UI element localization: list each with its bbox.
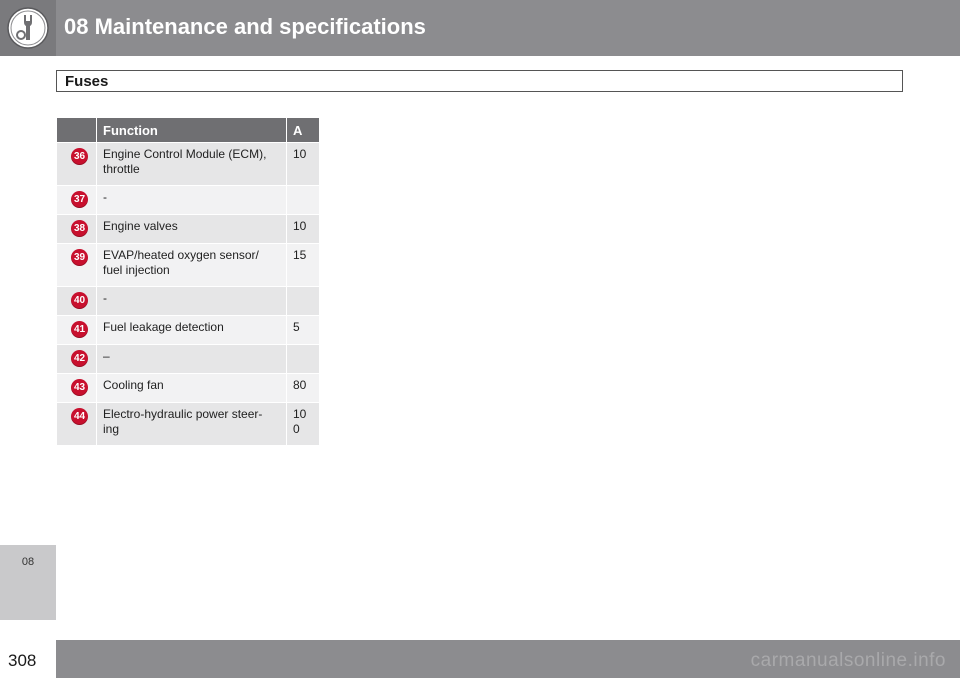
chapter-title: 08 Maintenance and specifications — [64, 14, 426, 39]
chapter-header: 08 Maintenance and specifications — [0, 0, 960, 56]
table-row: 39 EVAP/heated oxygen sensor/ fuel injec… — [56, 243, 320, 287]
fuse-number-cell: 44 — [56, 402, 97, 446]
fuse-amps — [286, 344, 320, 374]
fuse-function: Engine valves — [96, 214, 287, 244]
fuse-number-badge: 38 — [71, 220, 88, 237]
table-row: 40 - — [56, 286, 320, 316]
fuse-number-badge: 40 — [71, 292, 88, 309]
table-row: 37 - — [56, 185, 320, 215]
fuse-amps: 10 — [286, 214, 320, 244]
wrench-gear-icon — [7, 7, 49, 49]
fuse-table: Function A 36 Engine Control Module (ECM… — [56, 117, 320, 446]
section-header: Fuses — [56, 70, 903, 92]
fuse-number-badge: 44 — [71, 408, 88, 425]
fuse-amps: 15 — [286, 243, 320, 287]
table-row: 42 – — [56, 344, 320, 374]
side-tab — [0, 56, 56, 620]
chapter-tab-label: 08 — [21, 556, 35, 568]
section-title: Fuses — [65, 73, 109, 90]
fuse-function: Cooling fan — [96, 373, 287, 403]
fuse-number-badge: 43 — [71, 379, 88, 396]
fuse-function: Fuel leakage detection — [96, 315, 287, 345]
fuse-amps: 10 0 — [286, 402, 320, 446]
fuse-number-badge: 42 — [71, 350, 88, 367]
fuse-number-cell: 39 — [56, 243, 97, 287]
fuse-number-badge: 37 — [71, 191, 88, 208]
page-number: 308 — [8, 651, 37, 670]
watermark: carmanualsonline.info — [750, 650, 946, 671]
fuse-amps: 80 — [286, 373, 320, 403]
table-row: 41 Fuel leakage detection 5 — [56, 315, 320, 345]
table-header-row: Function A — [56, 117, 320, 143]
column-header-number — [56, 117, 97, 143]
fuse-amps: 10 — [286, 142, 320, 186]
fuse-amps: 5 — [286, 315, 320, 345]
fuse-number-badge: 41 — [71, 321, 88, 338]
table-row: 44 Electro-hydraulic power steer- ing 10… — [56, 402, 320, 446]
column-header-amps: A — [286, 117, 320, 143]
fuse-number-cell: 37 — [56, 185, 97, 215]
table-row: 43 Cooling fan 80 — [56, 373, 320, 403]
fuse-amps — [286, 185, 320, 215]
fuse-number-cell: 43 — [56, 373, 97, 403]
fuse-function: Electro-hydraulic power steer- ing — [96, 402, 287, 446]
table-row: 38 Engine valves 10 — [56, 214, 320, 244]
fuse-number-cell: 42 — [56, 344, 97, 374]
fuse-function: EVAP/heated oxygen sensor/ fuel injectio… — [96, 243, 287, 287]
fuse-number-badge: 36 — [71, 148, 88, 165]
fuse-number-cell: 36 — [56, 142, 97, 186]
fuse-function: - — [96, 286, 287, 316]
fuse-number-cell: 38 — [56, 214, 97, 244]
header-icon-box — [0, 0, 56, 56]
column-header-function: Function — [96, 117, 287, 143]
fuse-function: - — [96, 185, 287, 215]
fuse-function: – — [96, 344, 287, 374]
fuse-amps — [286, 286, 320, 316]
fuse-number-cell: 41 — [56, 315, 97, 345]
fuse-number-cell: 40 — [56, 286, 97, 316]
fuse-number-badge: 39 — [71, 249, 88, 266]
fuse-function: Engine Control Module (ECM), throttle — [96, 142, 287, 186]
table-row: 36 Engine Control Module (ECM), throttle… — [56, 142, 320, 186]
